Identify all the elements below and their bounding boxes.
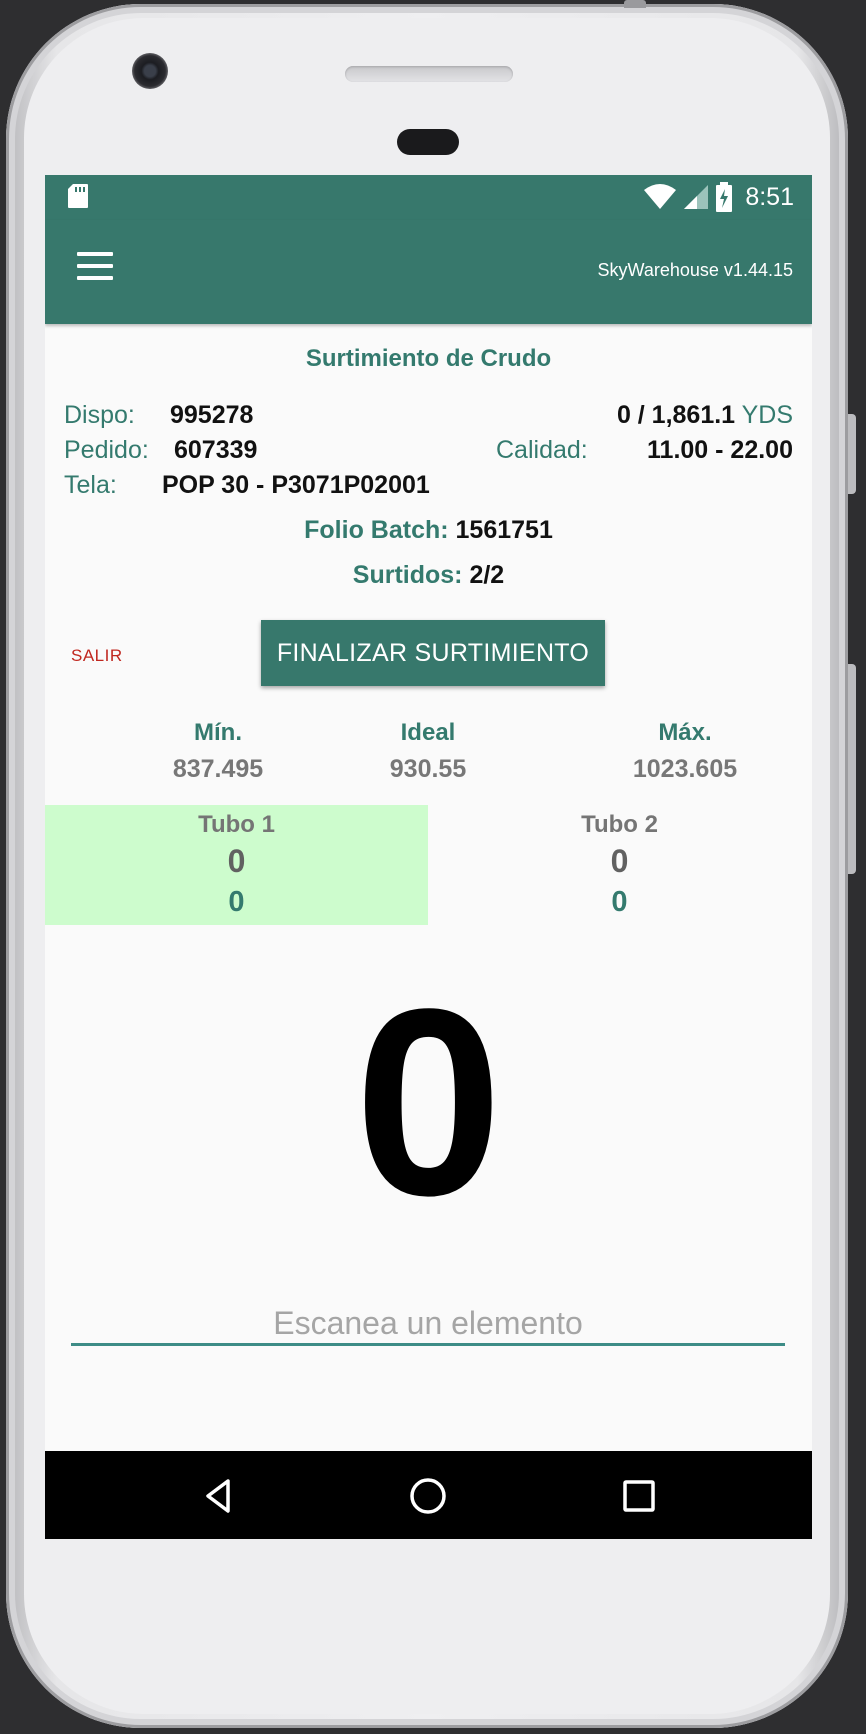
max-stat: Máx. 1023.605 bbox=[555, 719, 812, 784]
earpiece-speaker bbox=[345, 66, 513, 82]
phone-volume-button bbox=[848, 664, 856, 874]
menu-icon[interactable] bbox=[77, 252, 113, 282]
battery-charging-icon bbox=[716, 182, 733, 212]
tube-1-count: 0 bbox=[228, 886, 245, 918]
pedido-value: 607339 bbox=[174, 436, 258, 464]
home-icon[interactable] bbox=[403, 1471, 453, 1521]
progress-value: 0 / 1,861.1 bbox=[616, 401, 736, 429]
exit-button[interactable]: SALIR bbox=[71, 646, 123, 666]
wifi-icon bbox=[644, 184, 677, 209]
surtidos-value: 2/2 bbox=[469, 561, 505, 589]
proximity-sensor bbox=[397, 129, 459, 155]
max-value: 1023.605 bbox=[632, 755, 738, 783]
folio-value: 1561751 bbox=[455, 516, 553, 544]
page-title: Surtimiento de Crudo bbox=[305, 345, 552, 372]
surtidos-label: Surtidos: bbox=[352, 561, 463, 589]
scan-input[interactable] bbox=[71, 1303, 785, 1346]
phone-top-button bbox=[624, 0, 646, 8]
tube-1-name: Tubo 1 bbox=[198, 811, 275, 838]
system-nav-bar bbox=[45, 1451, 812, 1539]
tela-label: Tela: bbox=[64, 471, 117, 499]
ideal-stat: Ideal 930.55 bbox=[298, 719, 558, 784]
status-bar: 8:51 bbox=[45, 175, 812, 220]
app-screen: 8:51 SkyWarehouse v1.44.15 Surtimiento d… bbox=[45, 175, 812, 1539]
ideal-label: Ideal bbox=[400, 719, 456, 746]
max-label: Máx. bbox=[658, 719, 712, 746]
app-toolbar: SkyWarehouse v1.44.15 bbox=[45, 220, 812, 324]
scan-counter: 0 bbox=[354, 954, 503, 1251]
progress-unit: YDS bbox=[741, 401, 793, 429]
back-icon[interactable] bbox=[194, 1471, 244, 1521]
tube-2-count: 0 bbox=[611, 886, 628, 918]
tube-1-value: 0 bbox=[227, 843, 246, 879]
ideal-value: 930.55 bbox=[389, 755, 467, 783]
folio-label: Folio Batch: bbox=[304, 516, 449, 544]
surtidos: Surtidos: 2/2 bbox=[45, 561, 812, 590]
tube-2-panel[interactable]: Tubo 2 0 0 bbox=[428, 805, 811, 925]
calidad-value: 11.00 - 22.00 bbox=[647, 436, 793, 464]
status-time: 8:51 bbox=[745, 182, 794, 211]
tube-1-panel[interactable]: Tubo 1 0 0 bbox=[45, 805, 428, 925]
progress-readout: 0 / 1,861.1 YDS bbox=[617, 401, 793, 430]
sd-card-icon bbox=[68, 184, 88, 208]
folio-batch: Folio Batch: 1561751 bbox=[45, 516, 812, 545]
tela-value: POP 30 - P3071P02001 bbox=[162, 471, 430, 499]
pedido-label: Pedido: bbox=[64, 436, 149, 464]
tube-2-name: Tubo 2 bbox=[581, 811, 658, 838]
finish-button[interactable]: FINALIZAR SURTIMIENTO bbox=[261, 620, 605, 686]
app-version: SkyWarehouse v1.44.15 bbox=[597, 260, 793, 280]
front-camera bbox=[132, 53, 168, 89]
dispo-value: 995278 bbox=[170, 401, 254, 429]
tube-2-value: 0 bbox=[610, 843, 629, 879]
calidad-label: Calidad: bbox=[496, 436, 588, 464]
recents-icon[interactable] bbox=[614, 1471, 664, 1521]
dispo-label: Dispo: bbox=[64, 401, 135, 429]
phone-side-button bbox=[848, 414, 856, 494]
signal-icon bbox=[684, 185, 709, 209]
